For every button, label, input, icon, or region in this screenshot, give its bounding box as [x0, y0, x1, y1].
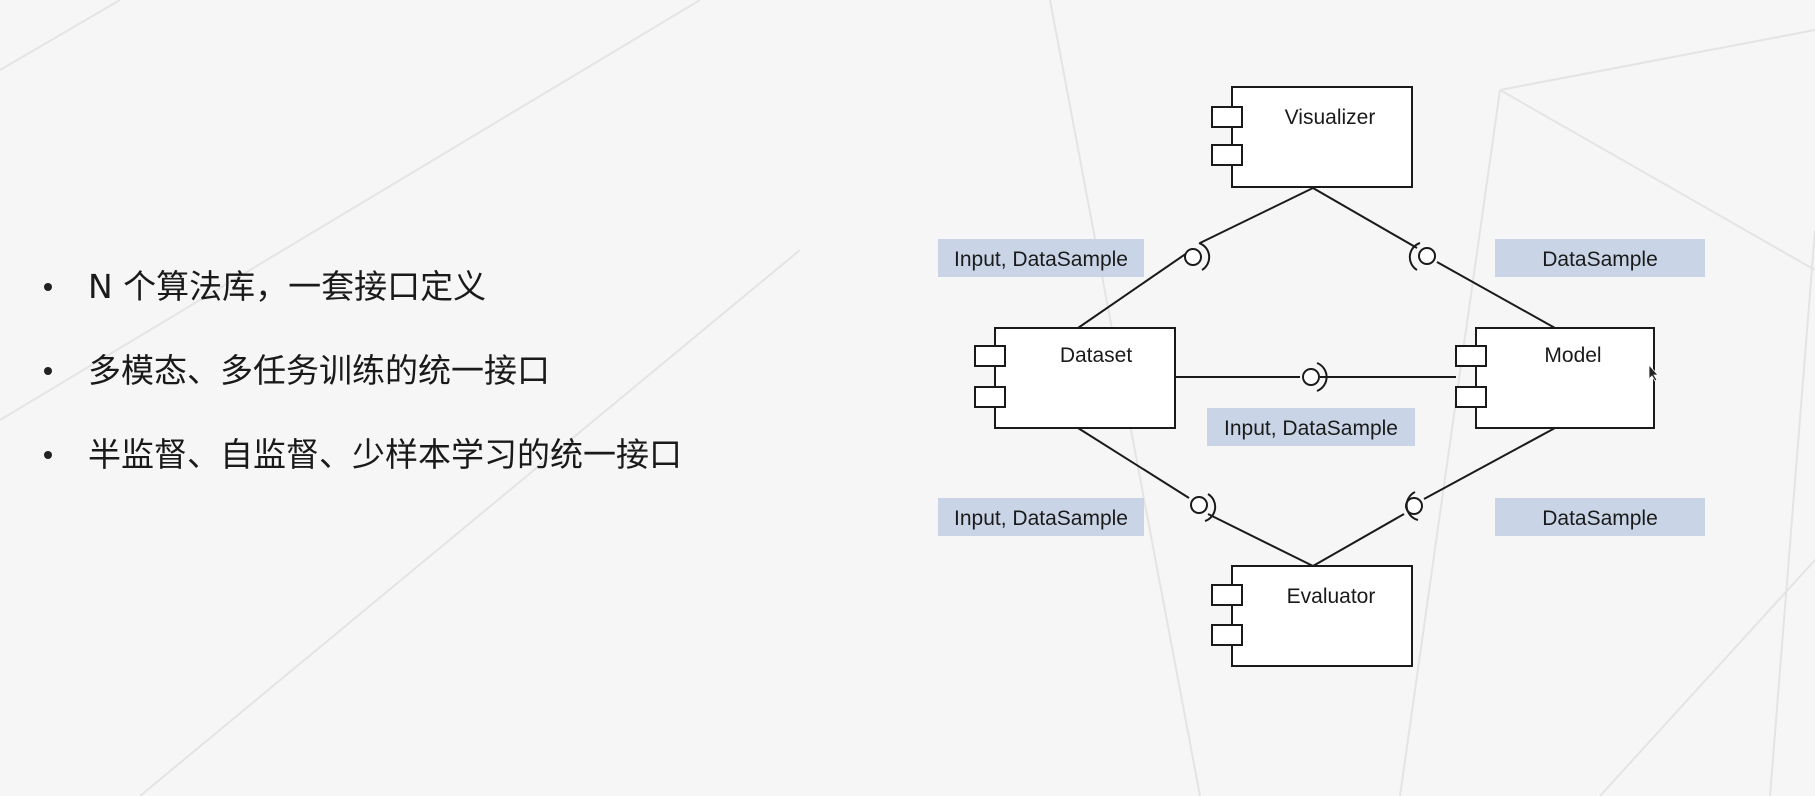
component-name: Evaluator	[1287, 585, 1376, 608]
connector-visualizer-dataset	[1199, 187, 1314, 244]
interface-model-evaluator	[1405, 491, 1423, 521]
label-dataset-model: Input, DataSample	[1207, 408, 1415, 446]
connector-visualizer-model	[1312, 187, 1418, 249]
component-icon	[1211, 584, 1243, 606]
model-component: Model	[1455, 327, 1655, 429]
svg-text:DataSample: DataSample	[1542, 507, 1658, 530]
component-diagram: Input, DataSample DataSample Input, Data…	[938, 86, 1705, 667]
svg-text:Input, DataSample: Input, DataSample	[1224, 417, 1398, 440]
interface-model-visualizer	[1408, 242, 1436, 271]
svg-text:Input, DataSample: Input, DataSample	[954, 507, 1128, 530]
dataset-component: Dataset	[974, 327, 1176, 429]
connector-model-evaluator	[1312, 513, 1405, 567]
connector-model-evaluator	[1423, 427, 1556, 500]
component-name: Visualizer	[1285, 106, 1376, 129]
label-dataset-evaluator: Input, DataSample	[938, 498, 1144, 536]
interface-dataset-evaluator	[1190, 493, 1217, 522]
connector-dataset-evaluator	[1077, 427, 1190, 499]
label-model-evaluator: DataSample	[1495, 498, 1705, 536]
component-icon	[1455, 345, 1487, 367]
component-name: Dataset	[1060, 344, 1133, 367]
component-icon	[1211, 624, 1243, 646]
interface-dataset-visualizer	[1184, 242, 1211, 271]
label-dataset-visualizer: Input, DataSample	[938, 239, 1144, 277]
component-icon	[1211, 144, 1243, 166]
label-model-visualizer: DataSample	[1495, 239, 1705, 277]
component-icon	[974, 386, 1006, 408]
svg-text:Input, DataSample: Input, DataSample	[954, 248, 1128, 271]
visualizer-component: Visualizer	[1211, 86, 1413, 188]
component-name: Model	[1544, 344, 1601, 367]
component-icon	[1455, 386, 1487, 408]
component-icon	[1211, 106, 1243, 128]
connector-dataset-evaluator	[1207, 513, 1314, 567]
component-icon	[974, 345, 1006, 367]
svg-text:DataSample: DataSample	[1542, 248, 1658, 271]
evaluator-component: Evaluator	[1211, 565, 1413, 667]
